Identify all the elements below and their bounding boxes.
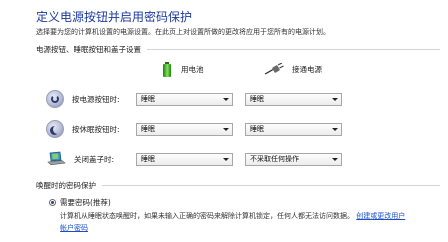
lid-close-battery-select[interactable]: 睡眠 — [136, 153, 233, 166]
chevron-down-icon — [332, 128, 338, 131]
section-divider — [147, 48, 440, 50]
battery-icon — [163, 62, 171, 77]
page-description: 选择要为您的计算机设置的电源设置。在此页上对设置所做的更改将应用于您所有的电源计… — [36, 28, 330, 36]
chevron-down-icon — [223, 158, 229, 161]
page-title: 定义电源按钮并启用密码保护 — [36, 10, 193, 24]
chevron-down-icon — [223, 128, 229, 131]
power-button-row: 按电源按钮时: — [46, 88, 136, 110]
lid-close-label: 关闭盖子时: — [74, 154, 115, 164]
column-plugged-label: 接通电源 — [292, 64, 322, 74]
power-button-plugged-select[interactable]: 睡眠 — [245, 93, 342, 106]
buttons-section-title: 电源按钮、睡眠按钮和盖子设置 — [36, 44, 141, 54]
buttons-section-header: 电源按钮、睡眠按钮和盖子设置 — [36, 44, 440, 54]
column-battery-label: 用电池 — [181, 65, 204, 74]
chevron-down-icon — [223, 98, 229, 101]
sleep-button-row: 按休眠按钮时: — [46, 118, 136, 140]
column-header-battery: 用电池 — [163, 62, 204, 77]
column-header-plugged: 接通电源 — [264, 63, 322, 75]
sleep-button-label: 按休眠按钮时: — [72, 124, 120, 134]
chevron-down-icon — [332, 98, 338, 101]
power-button-battery-select[interactable]: 睡眠 — [136, 93, 233, 106]
plug-icon — [264, 63, 284, 75]
sleep-button-icon — [46, 120, 64, 138]
power-button-label: 按电源按钮时: — [72, 94, 120, 104]
require-password-radio[interactable] — [49, 199, 56, 206]
password-section-header: 唤醒时的密码保护 — [36, 180, 440, 190]
require-password-description: 计算机从睡眠状态唤醒时，如果未输入正确的密码来解除计算机锁定，任何人都无法访问数… — [60, 212, 406, 232]
lid-close-row: 关闭盖子时: — [46, 148, 138, 170]
laptop-lid-icon — [47, 151, 66, 166]
sleep-button-battery-select[interactable]: 睡眠 — [136, 123, 233, 136]
section-divider — [102, 184, 440, 186]
chevron-down-icon — [332, 158, 338, 161]
password-section-title: 唤醒时的密码保护 — [36, 180, 96, 190]
power-button-icon — [46, 90, 64, 108]
lid-close-plugged-select[interactable]: 不采取任何操作 — [245, 153, 342, 166]
sleep-button-plugged-select[interactable]: 睡眠 — [245, 123, 342, 136]
require-password-label[interactable]: 需要密码(推荐) — [60, 197, 111, 208]
